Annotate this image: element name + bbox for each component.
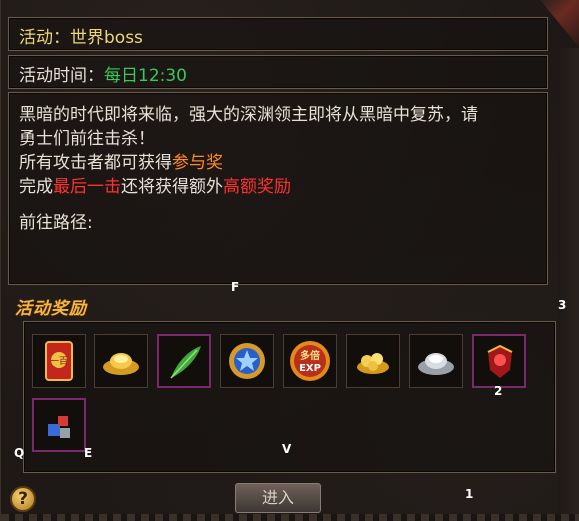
high-reward-text: 高额奖励: [223, 177, 291, 197]
overlay-letter-q: Q: [14, 446, 25, 460]
activity-name: 世界boss: [70, 28, 143, 48]
overlay-letter-v: V: [282, 442, 292, 456]
activity-description: 黑暗的时代即将来临，强大的深渊领主即将从黑暗中复苏，请 勇士们前往击杀！ 所有攻…: [19, 103, 539, 235]
description-gap: [19, 199, 539, 211]
activity-time-label: 活动时间：: [19, 66, 104, 86]
description-line-1: 黑暗的时代即将来临，强大的深渊领主即将从黑暗中复苏，请: [19, 105, 478, 125]
route-label: 前往路径:: [19, 213, 93, 233]
participation-text: 所有攻击者都可获得: [19, 153, 172, 173]
reward-slot-gold-coins[interactable]: [346, 334, 400, 388]
reward-slot-red-gem-armor[interactable]: [472, 334, 526, 388]
gold-ingot-icon: [103, 353, 139, 375]
description-line-4: 完成最后一击还将获得额外高额奖励: [19, 175, 539, 199]
reward-slot-blue-medal[interactable]: [220, 334, 274, 388]
red-envelope-icon: 一百: [45, 341, 73, 381]
overlay-number-2: 2: [494, 384, 503, 398]
silver-ingot-icon: [418, 353, 454, 375]
reward-slot-multi-exp[interactable]: 多倍 EXP: [283, 334, 337, 388]
activity-name-row: 活动：世界boss: [8, 17, 548, 51]
reward-slot-silver-ingot[interactable]: [409, 334, 463, 388]
bottom-decor-strip: [1, 514, 579, 521]
blue-medal-icon: [229, 343, 265, 379]
finish-text: 完成: [19, 177, 53, 197]
svg-text:一百: 一百: [50, 356, 68, 367]
extra-text: 还将获得额外: [121, 177, 223, 197]
multi-exp-icon: 多倍 EXP: [290, 341, 330, 381]
overlay-letter-f: F: [231, 280, 240, 294]
reward-slot-red-envelope[interactable]: 一百: [32, 334, 86, 388]
description-line-3: 所有攻击者都可获得参与奖: [19, 151, 539, 175]
activity-time-text: 活动时间：每日12:30: [19, 61, 187, 86]
svg-text:多倍: 多倍: [300, 349, 320, 362]
rewards-title: 活动奖励: [15, 299, 87, 319]
participation-reward: 参与奖: [172, 153, 223, 173]
reward-slot-gold-ingot[interactable]: [94, 334, 148, 388]
description-line-2: 勇士们前往击杀！: [19, 129, 155, 149]
last-hit-text: 最后一击: [53, 177, 121, 197]
activity-label: 活动：: [19, 28, 70, 48]
red-gem-armor-icon: [487, 344, 513, 378]
overlay-number-3: 3: [558, 298, 567, 312]
activity-description-box: 黑暗的时代即将来临，强大的深渊领主即将从黑暗中复苏，请 勇士们前往击杀！ 所有攻…: [8, 92, 548, 285]
activity-name-text: 活动：世界boss: [19, 23, 143, 48]
activity-time-row: 活动时间：每日12:30: [8, 55, 548, 89]
reward-slot-blue-crystal[interactable]: [32, 398, 86, 452]
overlay-number-1: 1: [465, 487, 474, 501]
enter-button[interactable]: 进入: [235, 483, 321, 513]
blue-crystal-icon: [48, 416, 70, 438]
world-boss-panel: 活动：世界boss 活动时间：每日12:30 黑暗的时代即将来临，强大的深渊领主…: [0, 0, 579, 521]
panel-right-edge: [558, 48, 579, 514]
reward-slot-green-feather[interactable]: [157, 334, 211, 388]
gold-coins-icon: [357, 353, 389, 374]
overlay-letter-e: E: [84, 446, 93, 460]
help-button[interactable]: ?: [10, 486, 36, 512]
green-feather-icon: [170, 346, 201, 379]
svg-text:EXP: EXP: [299, 363, 321, 374]
activity-time-value: 每日12:30: [104, 66, 187, 86]
